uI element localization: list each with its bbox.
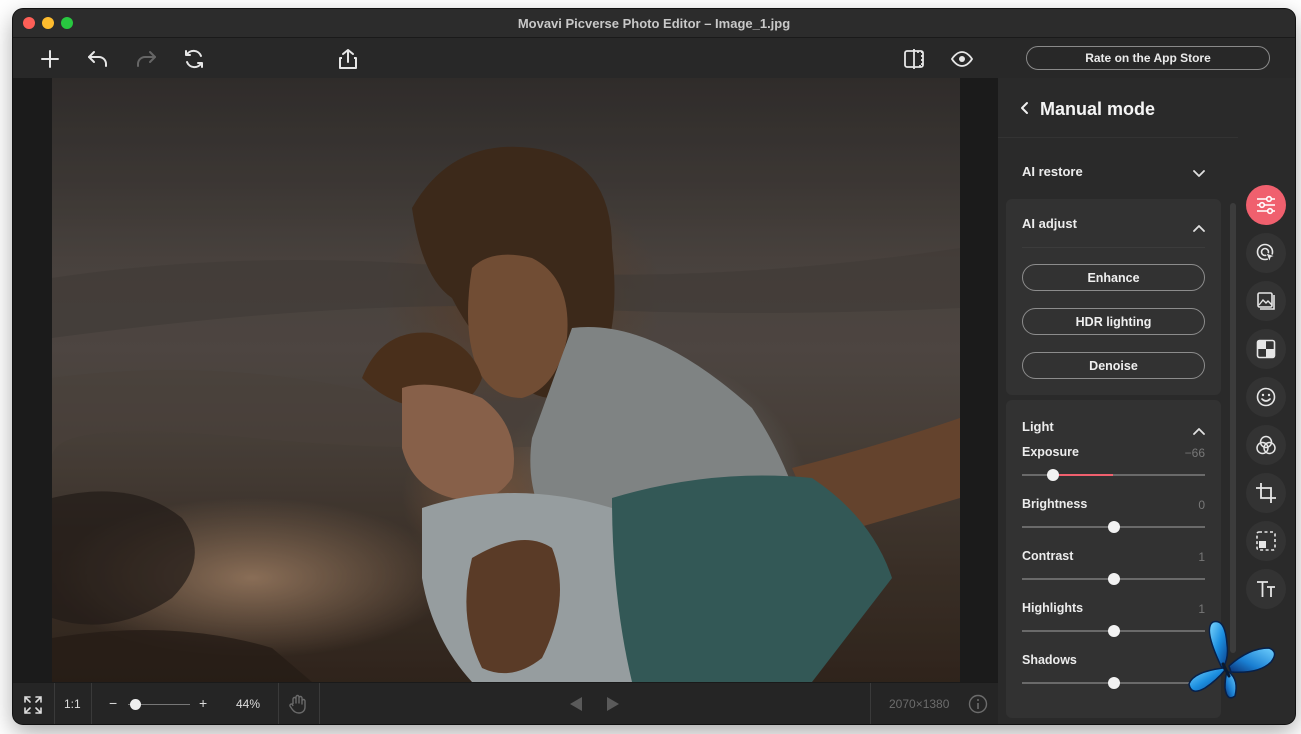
bottom-divider [870,683,871,724]
photo-shade [52,78,960,682]
undo-icon[interactable] [85,46,111,72]
slider-value: 1 [1198,602,1205,616]
section-title: AI restore [1022,164,1083,179]
crop-icon[interactable] [1246,473,1286,513]
chevron-up-icon[interactable] [1193,219,1205,237]
bottom-divider [278,683,279,724]
slider-thumb[interactable] [1107,521,1120,533]
zoom-in-button[interactable]: + [199,695,207,711]
slider-label: Exposure [1022,445,1079,459]
bottom-divider [319,683,320,724]
adjust-sliders-icon[interactable] [1246,185,1286,225]
slider-exposure[interactable]: Exposure −66 [1006,445,1221,493]
ai-select-icon[interactable] [1246,233,1286,273]
text-icon[interactable] [1246,569,1286,609]
checker-icon[interactable] [1246,329,1286,369]
hdr-lighting-button[interactable]: HDR lighting [1022,308,1205,335]
slider-label: Shadows [1022,653,1077,667]
bottom-divider [91,683,92,724]
smiley-icon[interactable] [1246,377,1286,417]
chevron-left-icon[interactable] [1020,101,1030,120]
butterfly-logo-icon [1188,620,1276,699]
slider-thumb[interactable] [1108,573,1121,585]
fullscreen-icon[interactable] [23,695,43,720]
reset-icon[interactable] [181,46,207,72]
canvas-area[interactable] [13,78,998,682]
info-icon[interactable] [968,694,988,719]
compare-icon[interactable] [901,46,927,72]
redo-icon[interactable] [133,46,159,72]
zoom-value: 44% [236,697,261,711]
slider-thumb[interactable] [1047,469,1060,481]
slider-thumb[interactable] [1108,625,1121,637]
image-dimensions: 2070×1380 [889,697,950,711]
divider [1022,247,1205,248]
slider-brightness[interactable]: Brightness 0 [1006,497,1221,545]
slider-label: Brightness [1022,497,1088,511]
slider-value: −66 [1184,446,1205,460]
bottom-bar: 1:1 − + 44% 2070×1380 [13,682,998,724]
section-title: AI adjust [1022,216,1077,231]
section-ai-adjust: AI adjust Enhance HDR lighting Denoise [1006,199,1221,395]
title-bar: Movavi Picverse Photo Editor – Image_1.j… [13,9,1295,38]
slider-fill [1053,474,1114,476]
top-toolbar: Rate on the App Store [13,38,1295,78]
color-filters-icon[interactable] [1246,425,1286,465]
zoom-slider-thumb[interactable] [130,699,141,710]
panel-title: Manual mode [1040,99,1156,119]
previous-image-icon[interactable] [569,696,583,717]
next-image-icon[interactable] [606,696,620,717]
slider-contrast[interactable]: Contrast 1 [1006,549,1221,597]
image-icon[interactable] [1246,281,1286,321]
share-icon[interactable] [335,46,361,72]
scrollbar-thumb[interactable] [1230,203,1236,653]
rate-app-store-button[interactable]: Rate on the App Store [1026,46,1270,70]
slider-value: 0 [1198,498,1205,512]
hand-tool-icon[interactable] [289,694,307,719]
section-ai-restore[interactable]: AI restore [1006,153,1221,193]
slider-label: Highlights [1022,601,1084,615]
slider-thumb[interactable] [1107,677,1120,689]
zoom-out-button[interactable]: − [109,695,117,711]
one-to-one-button[interactable]: 1:1 [64,697,81,711]
panel-header: Manual mode [998,78,1238,138]
chevron-down-icon[interactable] [1193,165,1205,183]
selection-icon[interactable] [1246,521,1286,561]
preview-eye-icon[interactable] [949,46,975,72]
plus-icon[interactable] [37,46,63,72]
enhance-button[interactable]: Enhance [1022,264,1205,291]
slider-value: 1 [1198,550,1205,564]
bottom-divider [54,683,55,724]
photo-preview[interactable] [52,78,960,682]
chevron-up-icon[interactable] [1193,422,1205,440]
denoise-button[interactable]: Denoise [1022,352,1205,379]
slider-label: Contrast [1022,549,1074,563]
app-window: Movavi Picverse Photo Editor – Image_1.j… [13,9,1295,724]
window-title: Movavi Picverse Photo Editor – Image_1.j… [517,16,791,31]
section-title: Light [1022,419,1054,434]
